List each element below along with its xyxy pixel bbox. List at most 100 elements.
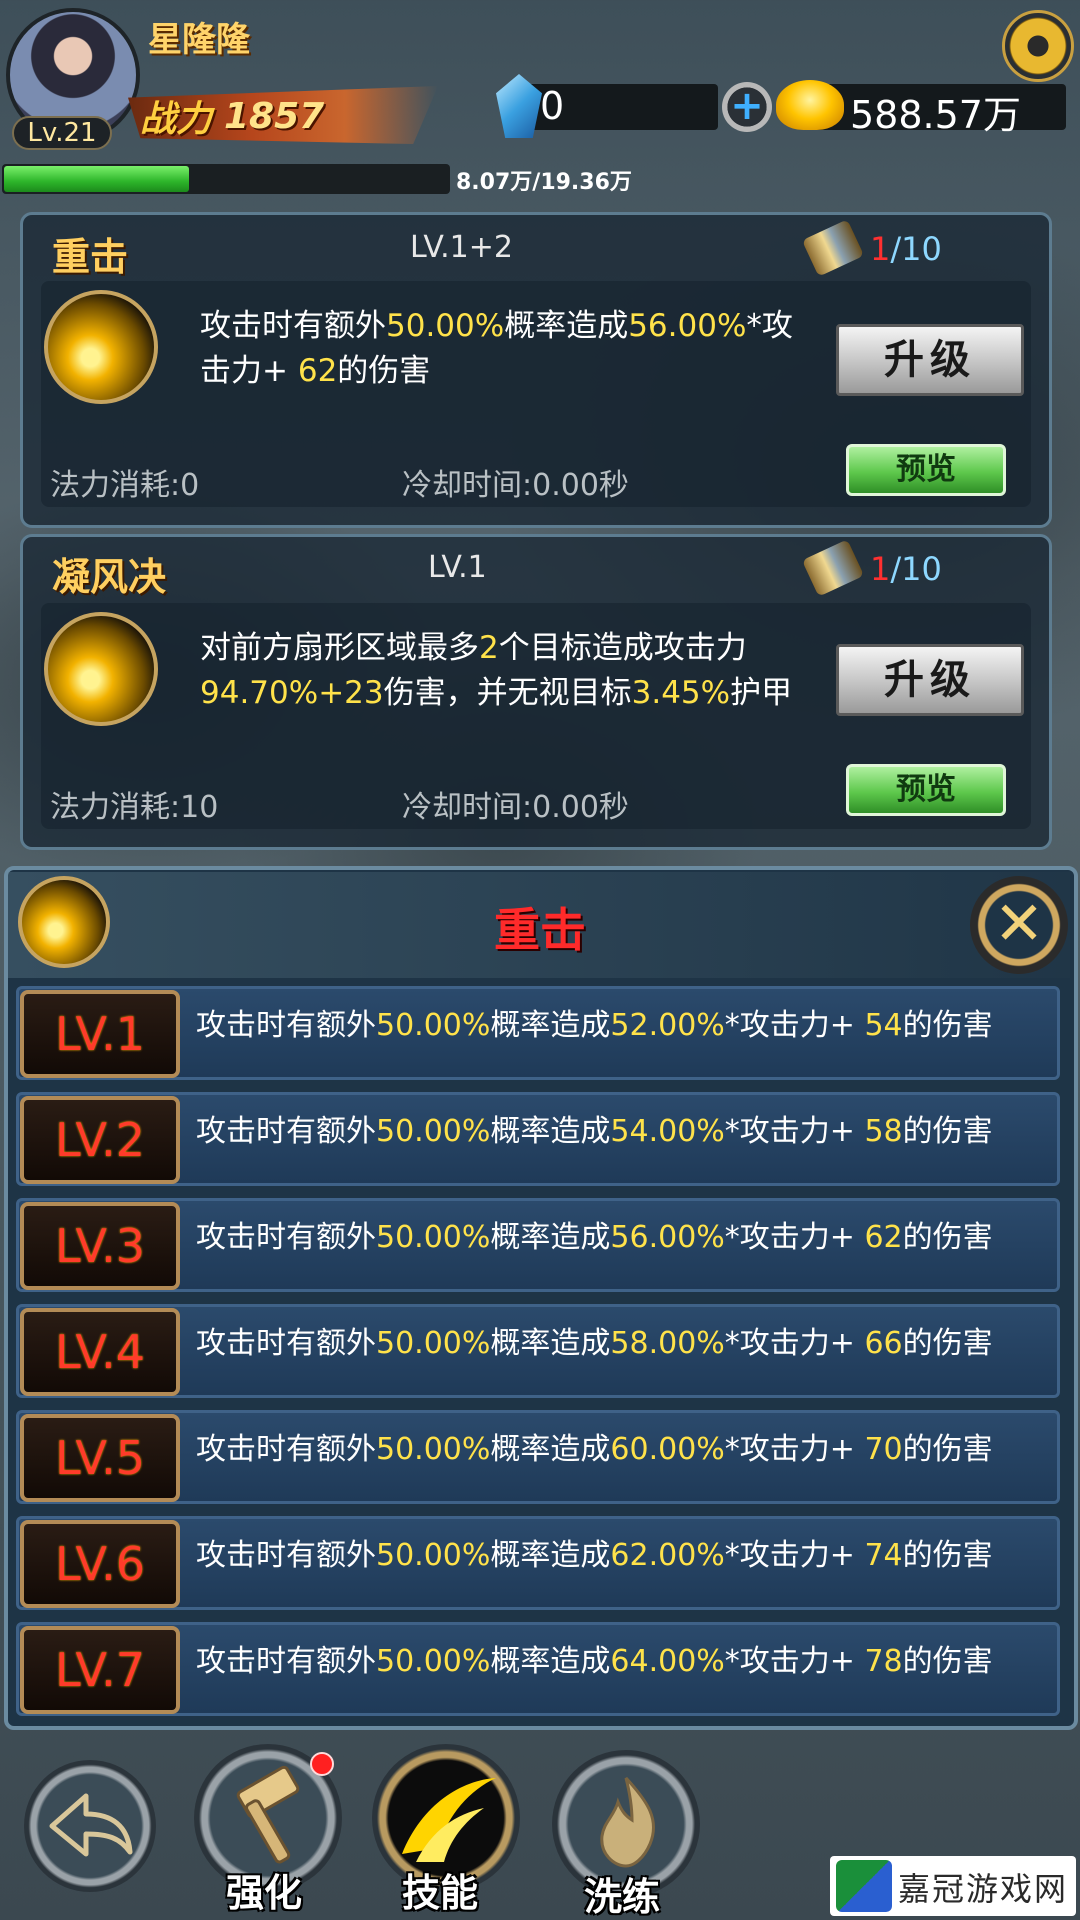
desc-highlight: 3.45% [631,675,731,711]
desc-text: 攻击时有额外 [196,1220,376,1255]
desc-text: 的伤害 [902,1220,993,1255]
skill-name: 重击 [52,235,129,279]
level-tag: LV.4 [20,1308,180,1396]
gold-count: 588.57万 [850,93,1021,137]
desc-text: 概率造成 [490,1114,611,1149]
desc-highlight: 66 [864,1326,903,1361]
panel-title: 重击 [494,903,586,957]
desc-highlight: 60.00% [610,1432,725,1467]
level-description: 攻击时有额外50.00%概率造成58.00%*攻击力+ 66的伤害 [196,1318,993,1362]
desc-text: *攻击力+ [724,1326,865,1361]
desc-highlight: 58 [864,1114,903,1149]
level-description: 攻击时有额外50.00%概率造成54.00%*攻击力+ 58的伤害 [196,1106,993,1150]
xp-text: 8.07万/19.36万 [456,170,632,195]
desc-text: 对前方扇形区域最多 [200,630,479,666]
heavy-strike-skill-icon[interactable] [44,290,158,404]
desc-highlight: 62 [297,353,338,389]
desc-highlight: 50.00% [376,1644,491,1679]
scroll-need: /10 [890,230,942,268]
recharge-plus-button[interactable]: + [722,82,772,132]
desc-text: 概率造成 [490,1538,611,1573]
desc-text: 的伤害 [902,1326,993,1361]
desc-highlight: 94.70% [200,675,319,711]
desc-text: *攻击力+ [724,1114,865,1149]
skill-level: LV.1 [428,550,487,585]
desc-text: 伤害，并无视目标 [383,675,632,711]
desc-highlight: 50.00% [376,1538,491,1573]
xp-bar-fill [4,166,189,192]
upgrade-button[interactable]: 升级 [836,324,1024,396]
wind-skill-icon[interactable] [44,612,158,726]
desc-highlight: 50.00% [376,1432,491,1467]
desc-highlight: 64.00% [610,1644,725,1679]
level-tag: LV.3 [20,1202,180,1290]
desc-highlight: 58.00% [610,1326,725,1361]
desc-text: 的伤害 [902,1538,993,1573]
desc-text: *攻击力+ [724,1432,865,1467]
back-arrow-icon[interactable] [24,1760,156,1892]
gold-ingot-icon [776,80,844,130]
desc-text: 的伤害 [337,353,431,389]
scroll-have: 1 [870,550,891,588]
desc-text: 攻击时有额外 [196,1432,376,1467]
desc-text: 攻击时有额外 [196,1008,376,1043]
skill-scroll-count: 1/10 [870,230,942,268]
desc-highlight: 70 [864,1432,903,1467]
level-description: 攻击时有额外50.00%概率造成60.00%*攻击力+ 70的伤害 [196,1424,993,1468]
desc-highlight: 50.00% [386,308,505,344]
mana-cost: 法力消耗:10 [50,790,219,825]
desc-highlight: 62.00% [610,1538,725,1573]
desc-text: 概率造成 [490,1008,611,1043]
desc-text: 的伤害 [902,1114,993,1149]
level-description: 攻击时有额外50.00%概率造成52.00%*攻击力+ 54的伤害 [196,1000,993,1044]
desc-text: 概率造成 [504,308,629,344]
close-icon[interactable]: ✕ [970,876,1068,974]
notification-dot [310,1752,334,1776]
desc-highlight: 50.00% [376,1008,491,1043]
nav-label-skills: 技能 [402,1871,479,1915]
level-description: 攻击时有额外50.00%概率造成62.00%*攻击力+ 74的伤害 [196,1530,993,1574]
desc-text: 的伤害 [902,1644,993,1679]
level-description: 攻击时有额外50.00%概率造成64.00%*攻击力+ 78的伤害 [196,1636,993,1680]
level-tag: LV.5 [20,1414,180,1502]
level-tag: LV.1 [20,990,180,1078]
nav-label-enhance: 强化 [226,1871,303,1915]
desc-highlight: 54.00% [610,1114,725,1149]
preview-button[interactable]: 预览 [846,764,1006,816]
skill-level: LV.1+2 [410,230,513,265]
mana-cost: 法力消耗:0 [50,468,200,503]
desc-text: 概率造成 [490,1644,611,1679]
power-value: 1857 [224,96,325,137]
preview-button[interactable]: 预览 [846,444,1006,496]
skill-description: 攻击时有额外50.00%概率造成56.00%*攻击力+ 62的伤害 [200,304,820,394]
scroll-have: 1 [870,230,891,268]
desc-text: 的伤害 [902,1008,993,1043]
desc-highlight: 50.00% [376,1114,491,1149]
desc-highlight: 54 [864,1008,903,1043]
desc-highlight: 56.00% [610,1220,725,1255]
watermark-logo [836,1860,892,1912]
level-description: 攻击时有额外50.00%概率造成56.00%*攻击力+ 62的伤害 [196,1212,993,1256]
desc-highlight: 50.00% [376,1220,491,1255]
settings-gear-icon[interactable] [1002,10,1074,82]
skill-scroll-count: 1/10 [870,550,942,588]
level-tag: LV.7 [20,1626,180,1714]
desc-highlight: 50.00% [376,1326,491,1361]
desc-text: 概率造成 [490,1220,611,1255]
desc-highlight: 2 [479,630,499,666]
power-label: 战力 [140,99,213,140]
desc-text: 的伤害 [902,1432,993,1467]
skill-description: 对前方扇形区域最多2个目标造成攻击力 94.70%+23伤害，并无视目标3.45%… [200,626,800,716]
desc-text: 攻击时有额外 [196,1326,376,1361]
desc-highlight: +23 [318,675,384,711]
desc-text: 攻击时有额外 [196,1538,376,1573]
desc-text: *攻击力+ [724,1220,865,1255]
watermark-text: 嘉冠游戏网 [898,1870,1069,1908]
gem-count: 0 [540,84,565,128]
skill-name: 凝风决 [52,555,167,599]
desc-highlight: 52.00% [610,1008,725,1043]
player-level-badge: Lv.21 [12,116,112,150]
upgrade-button[interactable]: 升级 [836,644,1024,716]
player-name: 星隆隆 [148,20,250,60]
level-tag: LV.6 [20,1520,180,1608]
